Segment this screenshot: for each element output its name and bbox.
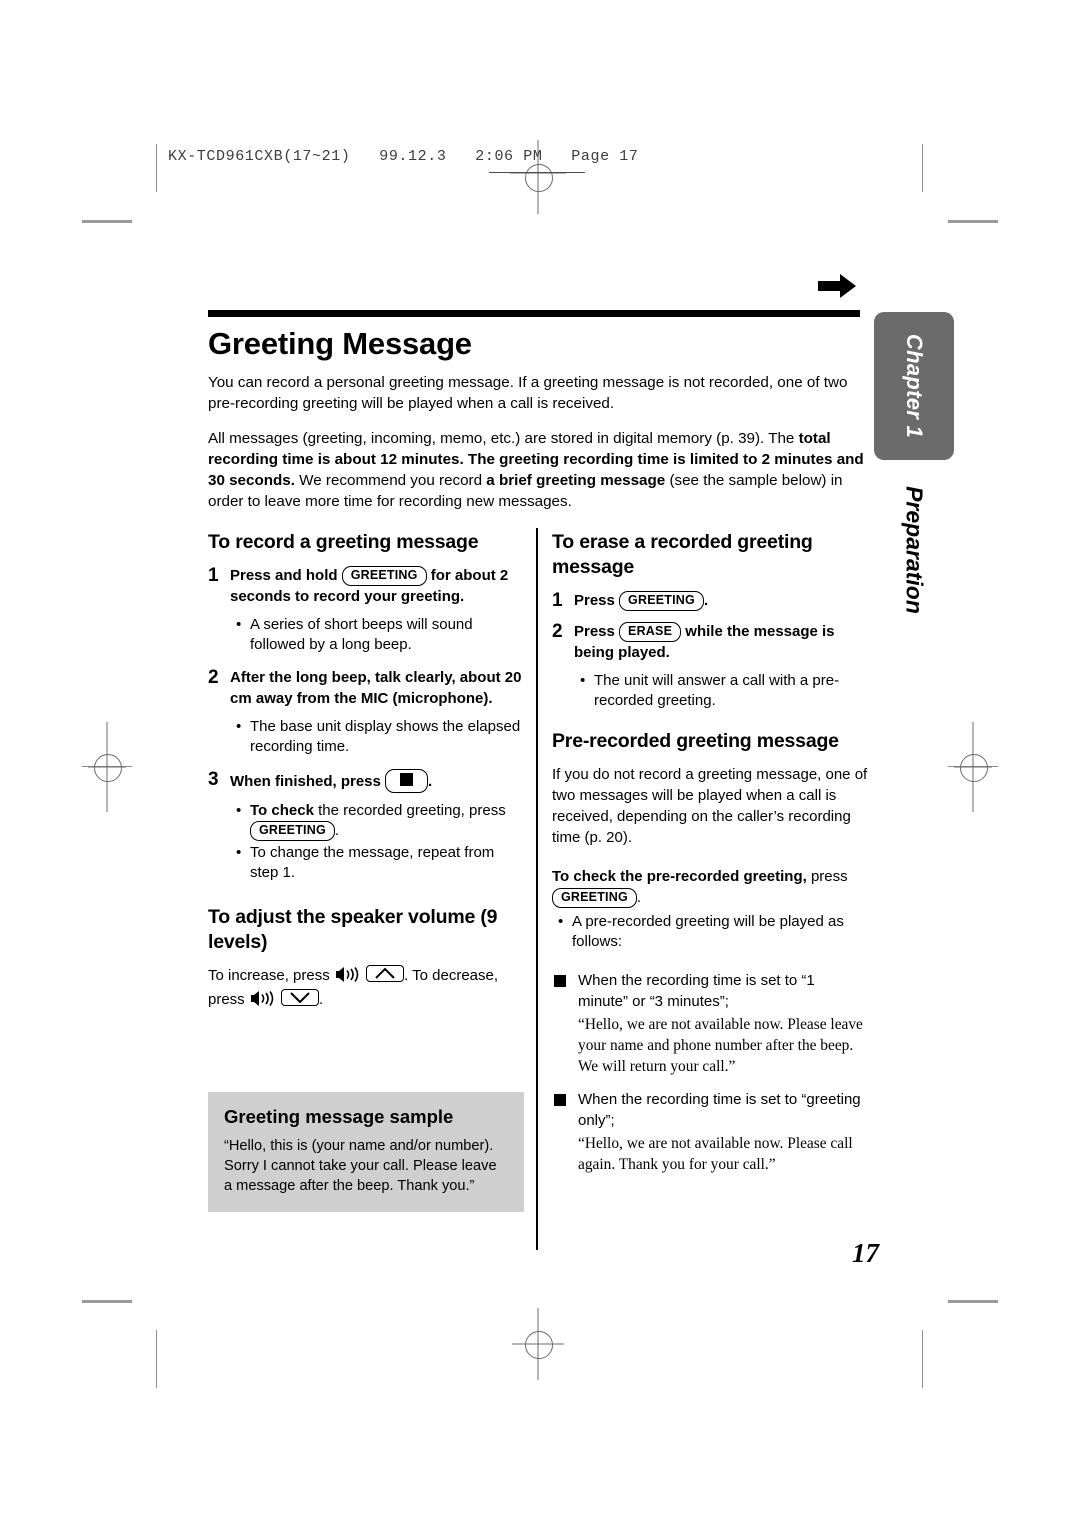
erase-step-1-after: . [703,592,709,609]
chapter-subtitle-label: Preparation [901,486,928,614]
page-number: 17 [852,1238,879,1268]
record-step-1-bullets: A series of short beeps will sound follo… [230,615,524,655]
erase-step-2-bullet-1: The unit will answer a call with a pre-r… [574,671,868,711]
volume-instructions: To increase, press . To decrease, press [208,965,524,1013]
erase-step-1: 1 Press GREETING. [552,590,868,611]
volume-section-heading: To adjust the speaker volume (9 levels) [208,906,498,953]
intro-p2-part1: All messages (greeting, incoming, memo, … [208,430,799,447]
chapter-subtitle: Preparation [874,470,954,630]
page-title: Greeting Message [208,326,472,361]
prerecorded-bullets: A pre-recorded greeting will be played a… [552,912,868,952]
erase-step-1-text: Press GREETING. [574,590,708,611]
intro-p2-part2: We recommend you record [294,472,487,489]
right-arrow-icon [818,272,858,305]
to-check-bold: To check [250,802,314,819]
record-step-3-after: . [428,773,433,790]
intro-p2-bold2: a brief greeting message [486,472,666,489]
intro-paragraph-1: You can record a personal greeting messa… [208,374,848,412]
crop-mark-top-left [82,220,132,223]
registration-mark-left [88,722,126,812]
erase-step-2: 2 Press ERASE while the message is being… [552,621,868,663]
erase-step-2-bullets: The unit will answer a call with a pre-r… [574,671,868,711]
prerecorded-check-rest: press [806,868,848,885]
column-divider [536,528,538,1250]
record-step-2-text: After the long beep, talk clearly, about… [230,669,522,707]
greeting-key-erase[interactable]: GREETING [619,591,704,611]
crop-mark-bottom-left [82,1300,132,1303]
prerecorded-paragraph: If you do not record a greeting message,… [552,766,868,846]
crop-mark-top-right [948,220,998,223]
prerecorded-case-1-label: When the recording time is set to “1 min… [552,970,868,1012]
record-step-3-text: When finished, press . [230,769,432,793]
record-step-2-bullets: The base unit display shows the elapsed … [230,717,524,757]
prerecorded-case-2-quote: “Hello, we are not available now. Please… [578,1135,853,1173]
record-step-3-number: 3 [208,769,219,790]
record-step-3: 3 When finished, press . [208,769,524,793]
record-section-heading: To record a greeting message [208,531,479,553]
greeting-sample-box: Greeting message sample “Hello, this is … [208,1092,524,1212]
erase-key[interactable]: ERASE [619,622,682,642]
trim-line-left-top [156,144,157,192]
crop-mark-bottom-right [948,1300,998,1303]
record-step-2-number: 2 [208,667,219,688]
record-step-1-bullet-1: A series of short beeps will sound follo… [230,615,524,655]
erase-step-2-before: Press [574,623,615,640]
prerecorded-bullet-1: A pre-recorded greeting will be played a… [552,912,868,952]
record-step-3-bullet-2: To change the message, repeat from step … [230,843,524,883]
volume-text-end: . [319,991,324,1008]
greeting-key-check[interactable]: GREETING [250,821,335,841]
right-column: To erase a recorded greeting message 1 P… [552,530,868,1187]
greeting-key[interactable]: GREETING [341,566,427,586]
erase-step-1-before: Press [574,592,615,609]
prerecorded-check-end: . [636,889,642,906]
erase-step-2-number: 2 [552,621,563,642]
prerecorded-case-1-quote: “Hello, we are not available now. Please… [578,1016,863,1075]
stop-button-icon[interactable] [385,769,429,793]
trim-line-left-bottom [156,1330,157,1388]
registration-mark-right [954,722,992,812]
greeting-key-prerecorded[interactable]: GREETING [552,888,637,908]
record-step-1: 1 Press and hold GREETING for about 2 se… [208,565,524,607]
prerecorded-case-2-label: When the recording time is set to “greet… [552,1089,868,1131]
intro-paragraph-2: All messages (greeting, incoming, memo, … [208,428,868,512]
intro-block: You can record a personal greeting messa… [208,372,868,526]
registration-mark-bottom [512,1308,564,1380]
title-rule [208,310,860,317]
record-step-2-bullet-1: The base unit display shows the elapsed … [230,717,524,757]
erase-step-2-text: Press ERASE while the message is being p… [574,621,868,663]
prerecorded-check-line: To check the pre-recorded greeting, pres… [552,866,868,908]
manual-page: KX-TCD961CXB(17~21) 99.12.3 2:06 PM Page… [0,0,1080,1528]
record-step-3-bullets: To check the recorded greeting, press GR… [230,801,524,883]
greeting-sample-heading: Greeting message sample [224,1106,454,1127]
trim-line-right-bottom [922,1330,923,1388]
chapter-tab-label: Chapter 1 [902,333,927,439]
record-step-1-before: Press and hold [230,567,338,584]
speaker-icon-2 [250,990,276,1013]
to-check-end: . [334,822,340,839]
volume-up-key[interactable] [366,965,405,982]
trim-line-right-top [922,144,923,192]
volume-text-increase: To increase, press [208,967,330,984]
record-step-3-bullet-1: To check the recorded greeting, press GR… [230,801,524,841]
prerecorded-section-heading: Pre-recorded greeting message [552,730,839,752]
slug-underline [489,172,585,173]
erase-step-1-number: 1 [552,590,563,611]
record-step-3-before: When finished, press [230,773,381,790]
speaker-icon [335,966,361,989]
print-slug: KX-TCD961CXB(17~21) 99.12.3 2:06 PM Page… [168,148,639,165]
record-step-2: 2 After the long beep, talk clearly, abo… [208,667,524,709]
to-check-rest: the recorded greeting, press [313,802,506,819]
left-column: To record a greeting message 1 Press and… [208,530,524,1023]
greeting-sample-text: “Hello, this is (your name and/or number… [224,1138,497,1194]
record-step-1-number: 1 [208,565,219,586]
erase-section-heading: To erase a recorded greeting message [552,531,813,578]
record-step-1-text: Press and hold GREETING for about 2 seco… [230,565,524,607]
volume-down-key[interactable] [281,989,320,1006]
chapter-tab: Chapter 1 [874,312,954,460]
prerecorded-check-bold: To check the pre-recorded greeting, [552,868,807,885]
